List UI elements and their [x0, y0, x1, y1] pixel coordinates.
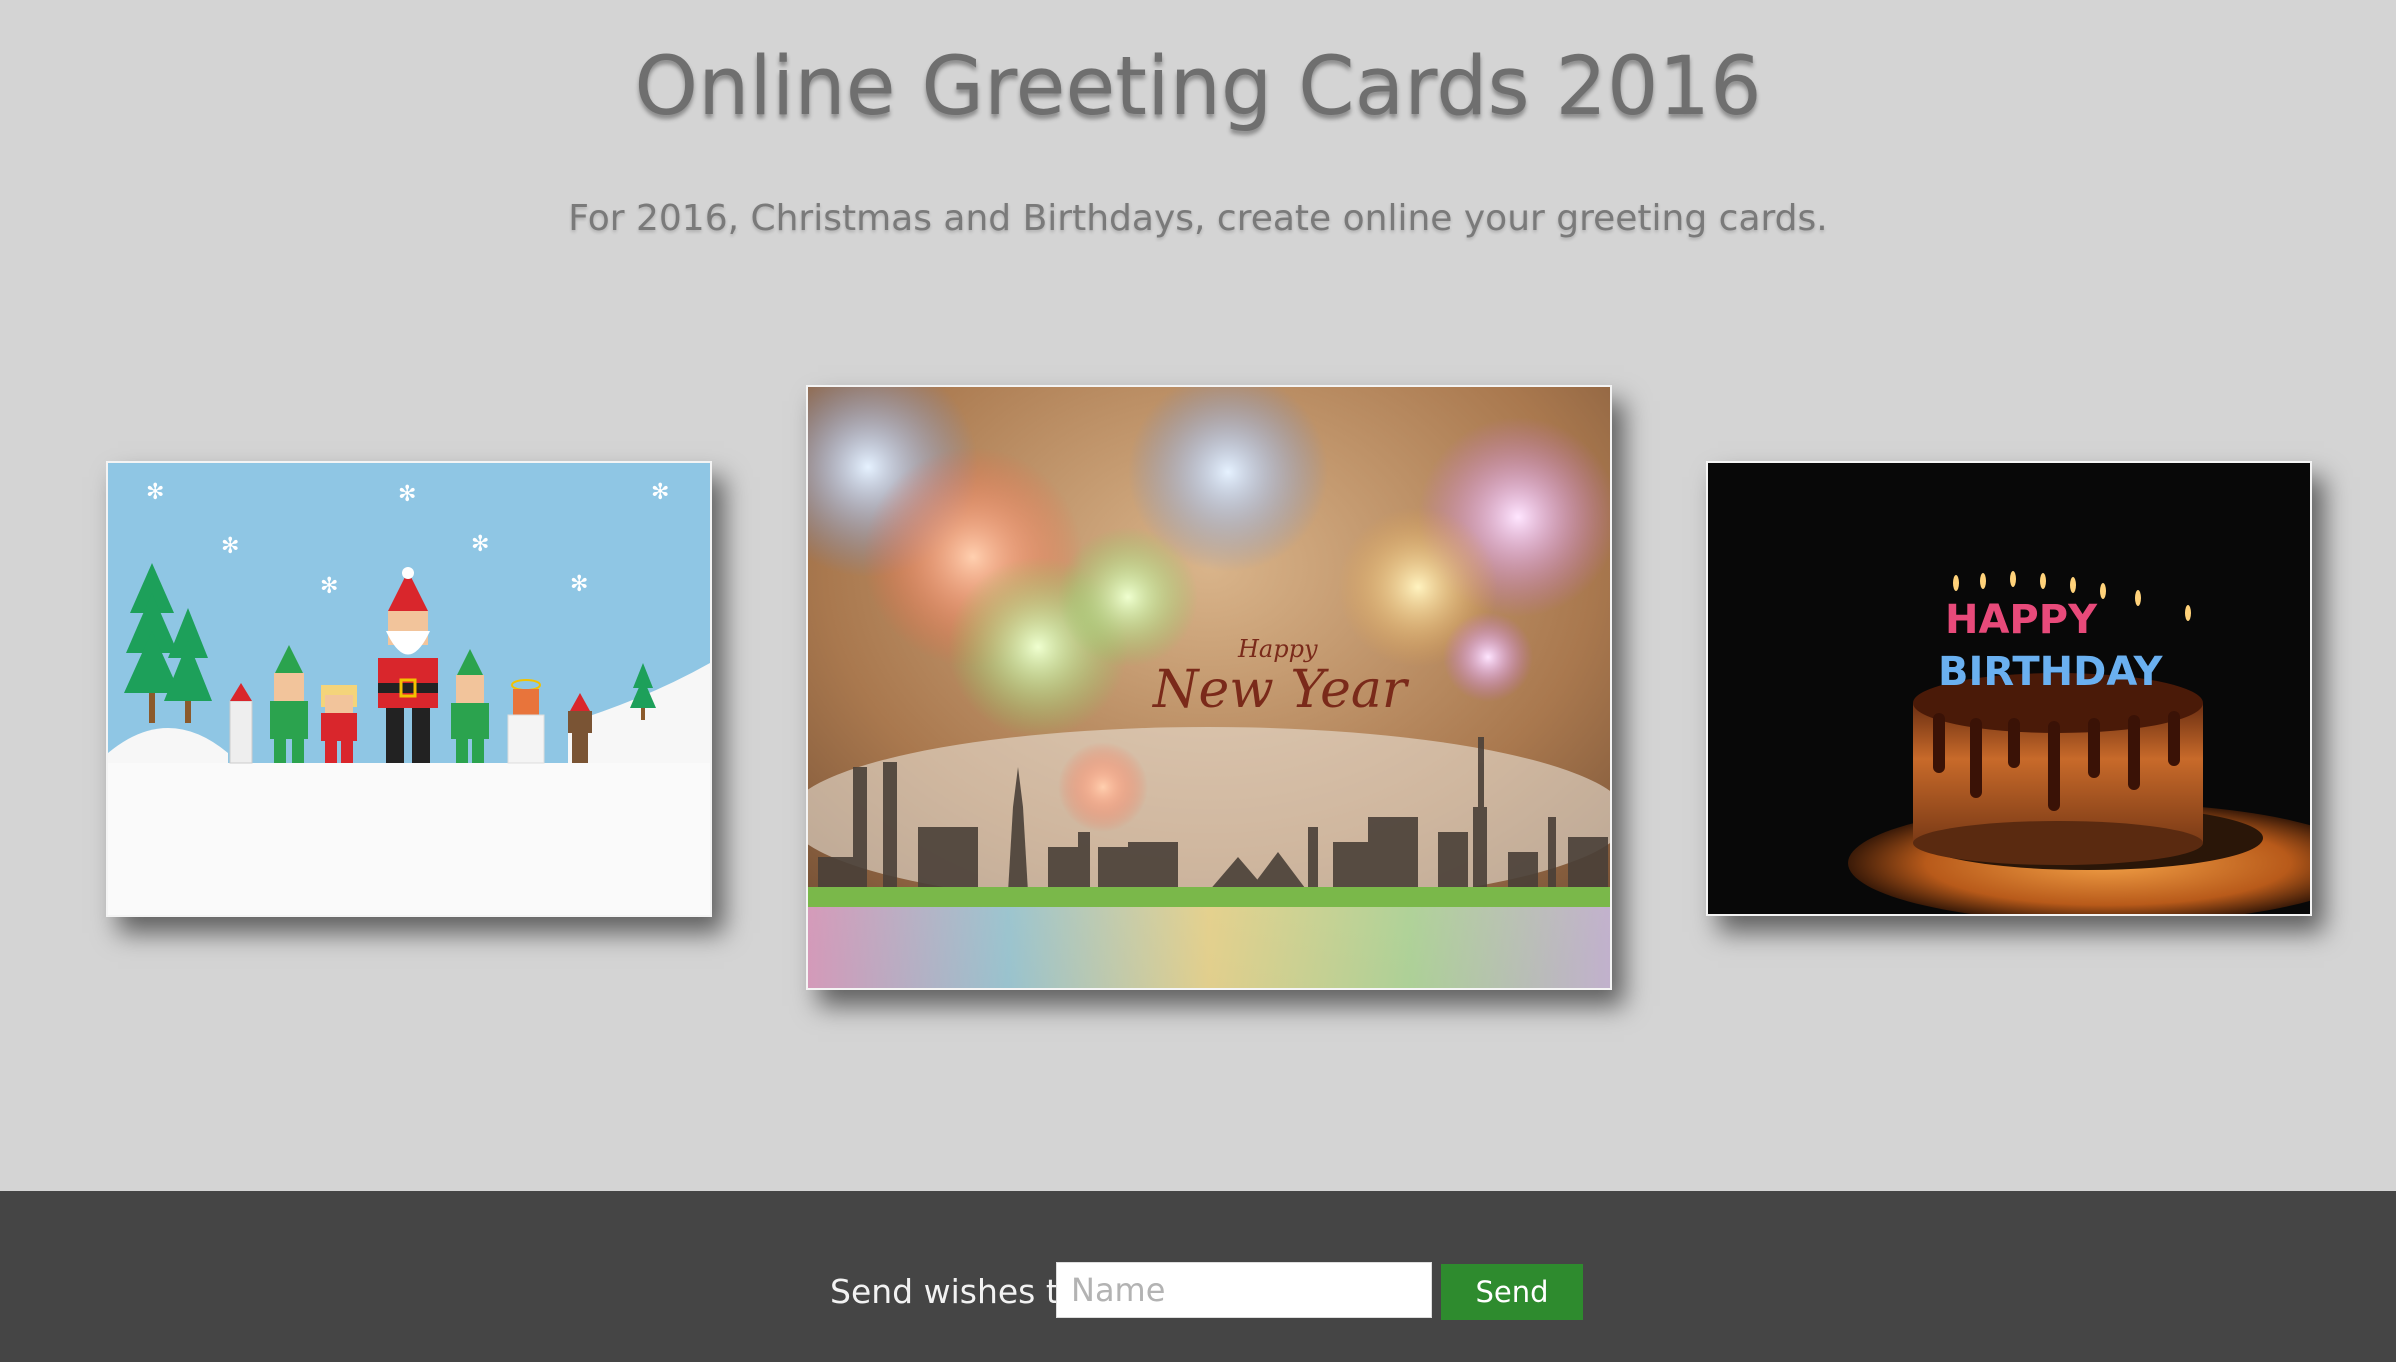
svg-text:✻: ✻	[471, 532, 489, 557]
candle-text-top: HAPPY	[1945, 597, 2098, 643]
page-title: Online Greeting Cards 2016	[634, 40, 1762, 134]
christmas-card[interactable]: ✻ ✻ ✻ ✻ ✻ ✻ ✻	[106, 461, 712, 917]
birthday-card[interactable]: HAPPY BIRTHDAY	[1706, 461, 2312, 916]
send-button[interactable]: Send	[1441, 1264, 1583, 1320]
page-subtitle: For 2016, Christmas and Birthdays, creat…	[568, 198, 1828, 239]
svg-text:✻: ✻	[221, 534, 239, 559]
happy-text: Happy	[1237, 635, 1318, 663]
svg-text:✻: ✻	[651, 480, 669, 505]
candle-text-bottom: BIRTHDAY	[1938, 649, 2163, 695]
birthday-card-image: HAPPY BIRTHDAY	[1708, 463, 2310, 914]
new-year-text: New Year	[1151, 660, 1410, 720]
svg-text:✻: ✻	[398, 482, 416, 507]
send-wishes-label: Send wishes to:	[830, 1272, 1091, 1311]
new-year-card-image: Happy New Year	[808, 387, 1610, 988]
svg-text:✻: ✻	[146, 480, 164, 505]
new-year-card[interactable]: Happy New Year	[806, 385, 1612, 990]
name-input[interactable]	[1056, 1262, 1432, 1318]
svg-text:✻: ✻	[320, 574, 338, 599]
christmas-card-image: ✻ ✻ ✻ ✻ ✻ ✻ ✻	[108, 463, 710, 915]
svg-text:✻: ✻	[570, 572, 588, 597]
